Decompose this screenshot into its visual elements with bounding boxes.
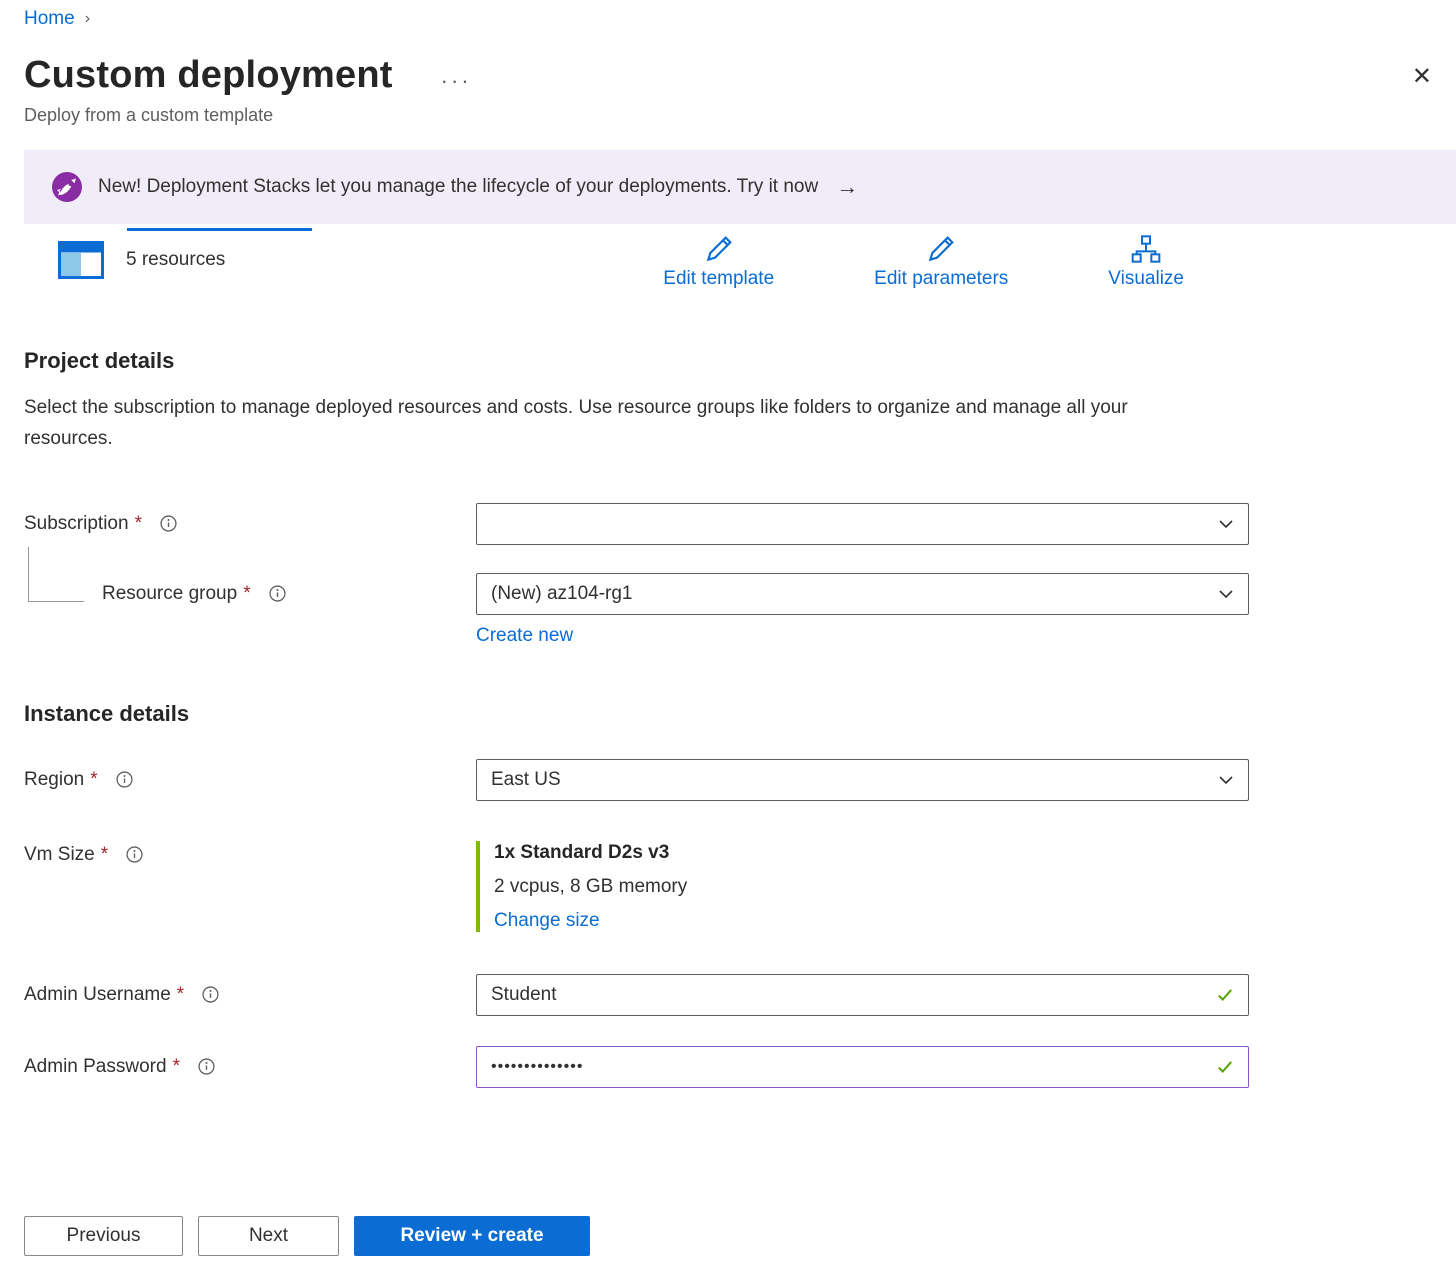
admin-password-label: Admin Password	[24, 1056, 167, 1078]
required-asterisk: *	[101, 844, 108, 866]
vm-size-selection: 1x Standard D2s v3	[494, 842, 1249, 864]
admin-username-label: Admin Username	[24, 984, 171, 1006]
vm-size-label: Vm Size	[24, 844, 95, 866]
page-header: Custom deployment ···	[24, 54, 1432, 97]
admin-username-input[interactable]: Student	[476, 974, 1249, 1016]
required-asterisk: *	[135, 513, 142, 535]
required-asterisk: *	[243, 583, 250, 605]
region-value: East US	[491, 769, 561, 791]
page-subtitle: Deploy from a custom template	[24, 105, 1432, 126]
visualize-button[interactable]: Visualize	[1108, 233, 1184, 290]
region-row: Region * East US	[24, 759, 1432, 801]
required-asterisk: *	[90, 769, 97, 791]
footer-actions: Previous Next Review + create	[24, 1216, 1432, 1256]
next-button[interactable]: Next	[198, 1216, 339, 1256]
chevron-down-icon	[1218, 516, 1234, 532]
field-connector-line	[28, 547, 84, 602]
pencil-icon	[925, 233, 957, 265]
info-icon[interactable]	[269, 585, 286, 602]
change-size-link[interactable]: Change size	[494, 910, 600, 931]
edit-template-label: Edit template	[663, 268, 774, 290]
tab-indicator-fragment	[127, 228, 312, 231]
required-asterisk: *	[177, 984, 184, 1006]
page-title: Custom deployment	[24, 54, 393, 97]
required-asterisk: *	[173, 1056, 180, 1078]
subscription-label: Subscription	[24, 513, 129, 535]
previous-button[interactable]: Previous	[24, 1216, 183, 1256]
resource-group-value: (New) az104-rg1	[491, 583, 633, 605]
arrow-right-icon: →	[836, 174, 858, 200]
resource-group-dropdown[interactable]: (New) az104-rg1	[476, 573, 1249, 615]
more-options-icon[interactable]: ···	[441, 66, 472, 86]
region-label: Region	[24, 769, 84, 791]
template-bar: 5 resources Edit template Edit parameter…	[24, 233, 1432, 290]
region-dropdown[interactable]: East US	[476, 759, 1249, 801]
breadcrumb: Home ›	[24, 0, 1432, 30]
valid-check-icon	[1216, 1058, 1234, 1076]
chevron-down-icon	[1218, 586, 1234, 602]
vm-size-row: Vm Size * 1x Standard D2s v3 2 vcpus, 8 …	[24, 841, 1432, 932]
info-icon[interactable]	[198, 1058, 215, 1075]
subscription-row: Subscription *	[24, 503, 1432, 545]
edit-parameters-button[interactable]: Edit parameters	[874, 233, 1008, 290]
create-new-link[interactable]: Create new	[476, 625, 573, 646]
chevron-down-icon	[1218, 772, 1234, 788]
admin-username-row: Admin Username * Student	[24, 974, 1432, 1016]
admin-password-value: ••••••••••••••	[491, 1058, 583, 1076]
pencil-icon	[703, 233, 735, 265]
breadcrumb-home-link[interactable]: Home	[24, 8, 75, 30]
resources-count: 5 resources	[126, 249, 225, 271]
banner-message: New! Deployment Stacks let you manage th…	[98, 176, 818, 198]
deployment-stacks-banner[interactable]: New! Deployment Stacks let you manage th…	[24, 150, 1456, 224]
breadcrumb-chevron-icon: ›	[85, 10, 90, 28]
admin-username-value: Student	[491, 984, 557, 1006]
review-create-button[interactable]: Review + create	[354, 1216, 590, 1256]
project-details-heading: Project details	[24, 348, 1432, 374]
info-icon[interactable]	[160, 515, 177, 532]
admin-password-input[interactable]: ••••••••••••••	[476, 1046, 1249, 1088]
instance-details-heading: Instance details	[24, 701, 1432, 727]
project-details-description: Select the subscription to manage deploy…	[24, 392, 1184, 455]
admin-password-row: Admin Password * ••••••••••••••	[24, 1046, 1432, 1088]
info-icon[interactable]	[116, 771, 133, 788]
info-icon[interactable]	[202, 986, 219, 1003]
vm-size-summary: 1x Standard D2s v3 2 vcpus, 8 GB memory …	[476, 841, 1249, 932]
edit-parameters-label: Edit parameters	[874, 268, 1008, 290]
resource-group-row: Resource group * (New) az104-rg1	[24, 573, 1432, 615]
custom-deployment-page: Home › Custom deployment ··· ✕ Deploy fr…	[0, 0, 1456, 1276]
valid-check-icon	[1216, 986, 1234, 1004]
close-icon[interactable]: ✕	[1412, 62, 1432, 91]
vm-size-specs: 2 vcpus, 8 GB memory	[494, 876, 1249, 898]
subscription-dropdown[interactable]	[476, 503, 1249, 545]
resource-group-label: Resource group	[102, 583, 237, 605]
template-icon	[58, 241, 104, 279]
visualize-label: Visualize	[1108, 268, 1184, 290]
diagram-icon	[1130, 233, 1162, 265]
rocket-icon	[52, 172, 82, 202]
edit-template-button[interactable]: Edit template	[663, 233, 774, 290]
info-icon[interactable]	[126, 846, 143, 863]
